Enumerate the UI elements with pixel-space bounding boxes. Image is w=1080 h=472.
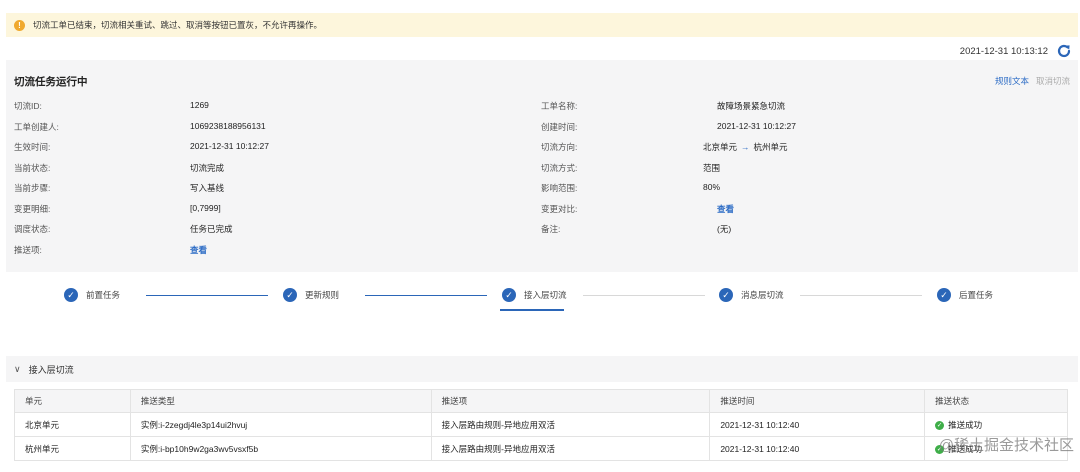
- check-icon: ✓: [502, 288, 516, 302]
- step-pre-task[interactable]: ✓ 前置任务: [64, 285, 120, 305]
- table-cell: 实例:i-bp10h9w2ga3wv5vsxf5b: [129, 436, 432, 461]
- field-value: 2021-12-31 10:12:27: [717, 121, 796, 131]
- column-header: 推送类型: [129, 389, 432, 413]
- field-label: 推送项:: [14, 245, 42, 255]
- column-header: 单元: [14, 389, 131, 413]
- step-connector: [365, 295, 487, 296]
- table-row: 北京单元 实例:i-2zegdj4le3p14ui2hvuj 接入层路由规则-异…: [14, 412, 1068, 437]
- step-label: 消息层切流: [741, 290, 784, 300]
- field-label: 变更对比:: [541, 204, 578, 214]
- field-value: 80%: [703, 182, 721, 192]
- field-label: 工单创建人:: [14, 122, 59, 132]
- field-value: 范围: [703, 163, 721, 173]
- check-icon: ✓: [283, 288, 297, 302]
- column-header: 推送项: [430, 389, 711, 413]
- table-header-row: 单元 推送类型 推送项 推送时间 推送状态: [14, 389, 1068, 413]
- panel-title: 切流任务运行中: [14, 76, 88, 88]
- step-label: 更新规则: [305, 290, 340, 300]
- field-label: 备注:: [541, 224, 561, 234]
- table-cell: 北京单元: [14, 412, 131, 437]
- step-connector: [146, 295, 268, 296]
- rules-text-link[interactable]: 规则文本: [995, 75, 1029, 87]
- field-label: 变更明细:: [14, 204, 51, 214]
- watermark: @稀土掘金技术社区: [938, 437, 1074, 454]
- chevron-down-icon[interactable]: ∨: [14, 364, 21, 375]
- step-label: 前置任务: [86, 290, 121, 300]
- table-cell: 杭州单元: [14, 436, 131, 461]
- step-label: 接入层切流: [524, 290, 567, 300]
- field-label: 生效时间:: [14, 142, 51, 152]
- field-label: 调度状态:: [14, 224, 51, 234]
- step-update-rules[interactable]: ✓ 更新规则: [283, 285, 339, 305]
- field-value: (无): [717, 224, 732, 234]
- field-value: 任务已完成: [190, 224, 233, 234]
- field-label: 当前状态:: [14, 163, 51, 173]
- panel-actions: 规则文本 取消切流: [995, 75, 1070, 87]
- step-connector: [800, 295, 922, 296]
- field-value: 写入基线: [190, 183, 225, 193]
- direction-from: 北京单元: [703, 142, 738, 152]
- change-compare-view-link[interactable]: 查看: [717, 203, 734, 215]
- step-message-layer-cutover[interactable]: ✓ 消息层切流: [719, 285, 784, 305]
- direction-to: 杭州单元: [753, 142, 788, 152]
- section-title: 接入层切流: [28, 364, 74, 375]
- refresh-icon[interactable]: [1056, 43, 1072, 59]
- table-cell: 2021-12-31 10:12:40: [709, 436, 926, 461]
- column-header: 推送状态: [924, 389, 1068, 413]
- field-value: 2021-12-31 10:12:27: [190, 141, 269, 151]
- progress-steps: ✓ 前置任务 ✓ 更新规则 ✓ 接入层切流 ✓ 消息层切流 ✓ 后置任务: [0, 285, 1080, 313]
- section-header[interactable]: ∨ 接入层切流: [6, 356, 1078, 382]
- field-value: [0,7999]: [190, 203, 221, 213]
- check-icon: ✓: [937, 288, 951, 302]
- alert-text: 切流工单已结束，切流相关重试、跳过、取消等按钮已置灰，不允许再操作。: [33, 20, 323, 30]
- field-label: 切流ID:: [14, 101, 42, 111]
- step-label: 后置任务: [959, 290, 994, 300]
- arrow-right-icon: →: [741, 142, 750, 152]
- push-items-view-link[interactable]: 查看: [190, 244, 207, 256]
- table-row: 杭州单元 实例:i-bp10h9w2ga3wv5vsxf5b 接入层路由规则-异…: [14, 436, 1068, 461]
- step-connector: [583, 295, 705, 296]
- header-timebar: 2021-12-31 10:13:12: [960, 42, 1072, 60]
- field-label: 切流方式:: [541, 163, 578, 173]
- alert-banner: ! 切流工单已结束，切流相关重试、跳过、取消等按钮已置灰，不允许再操作。: [6, 13, 1078, 37]
- table-cell: 2021-12-31 10:12:40: [709, 412, 926, 437]
- cutover-direction: 北京单元 → 杭州单元: [703, 141, 788, 153]
- warning-icon: !: [14, 19, 25, 31]
- push-table: 单元 推送类型 推送项 推送时间 推送状态 北京单元 实例:i-2zegdj4l…: [14, 389, 1068, 461]
- table-cell: 实例:i-2zegdj4le3p14ui2hvuj: [129, 412, 432, 437]
- field-value: 1069238188956131: [190, 121, 266, 131]
- step-access-layer-cutover[interactable]: ✓ 接入层切流: [502, 285, 567, 305]
- field-value: 切流完成: [190, 163, 225, 173]
- step-post-task[interactable]: ✓ 后置任务: [937, 285, 993, 305]
- field-label: 工单名称:: [541, 101, 578, 111]
- field-label: 创建时间:: [541, 122, 578, 132]
- timestamp: 2021-12-31 10:13:12: [959, 45, 1048, 57]
- column-header: 推送时间: [709, 389, 926, 413]
- field-label: 当前步骤:: [14, 183, 51, 193]
- check-circle-icon: ✓: [935, 420, 945, 430]
- check-icon: ✓: [719, 288, 733, 302]
- table-cell: 接入层路由规则-异地应用双活: [430, 436, 711, 461]
- task-info-panel: 切流任务运行中 规则文本 取消切流 切流ID: 1269 工单创建人: 1069…: [6, 60, 1078, 272]
- field-value: 故障场景紧急切流: [717, 101, 786, 111]
- field-label: 切流方向:: [541, 142, 578, 152]
- cancel-cutover-button: 取消切流: [1035, 76, 1070, 86]
- check-icon: ✓: [64, 288, 78, 302]
- field-label: 影响范围:: [541, 183, 578, 193]
- table-cell: 接入层路由规则-异地应用双活: [430, 412, 711, 437]
- status-text: 推送成功: [948, 419, 983, 430]
- field-value: 1269: [190, 100, 209, 110]
- active-step-indicator: [500, 309, 564, 311]
- status-cell: ✓ 推送成功: [924, 412, 1068, 437]
